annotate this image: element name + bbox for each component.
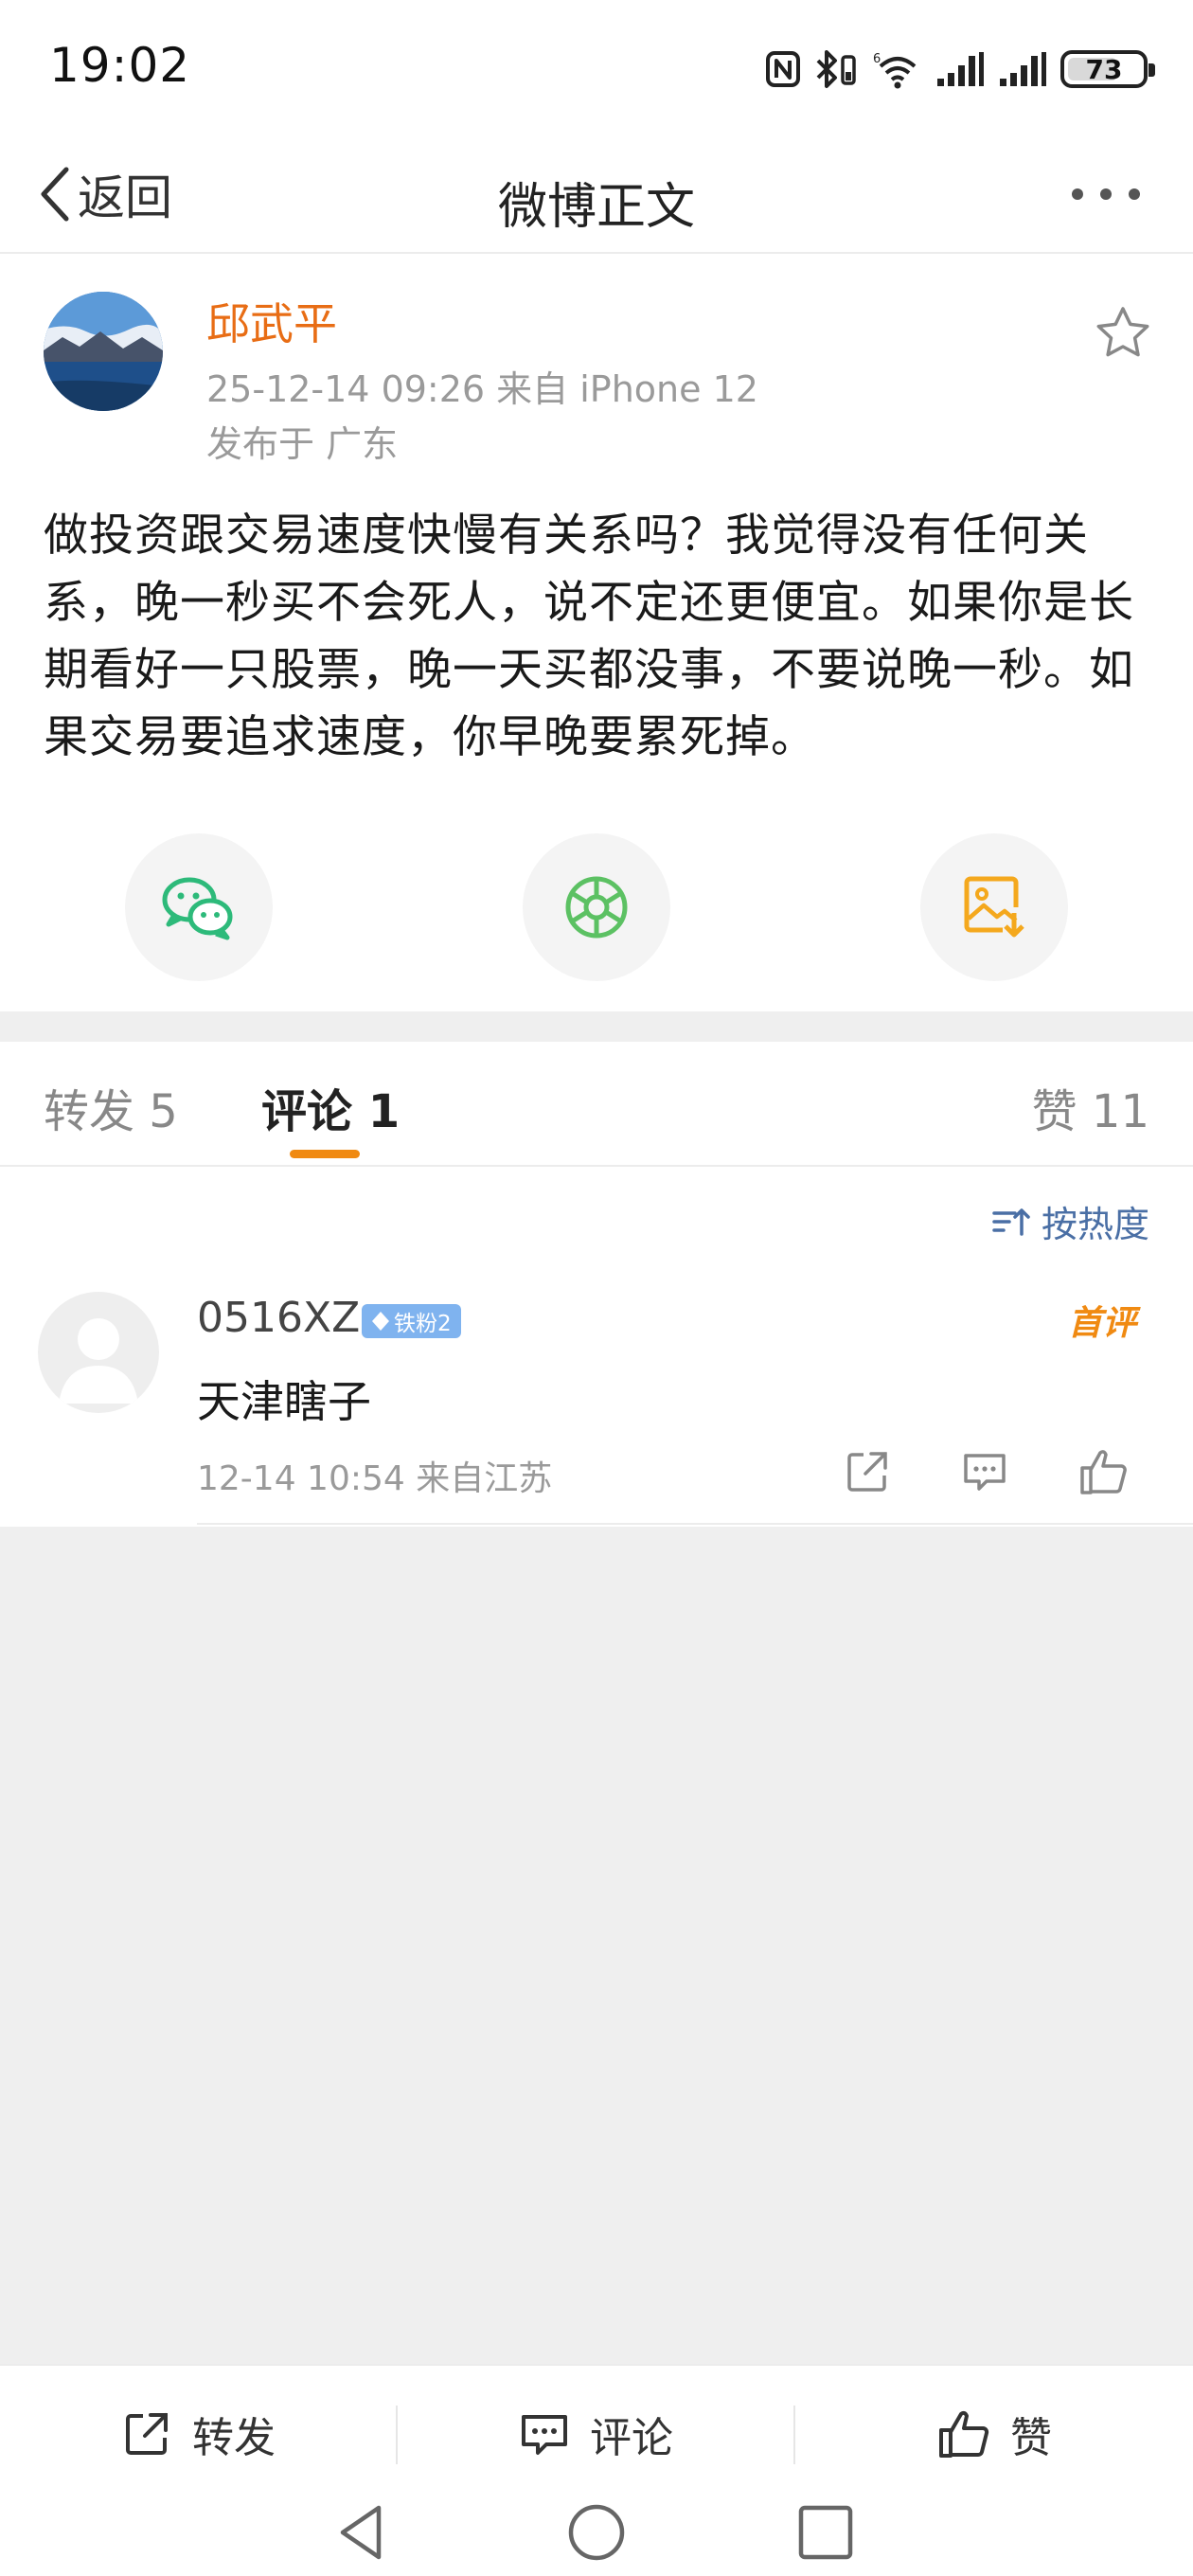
sort-button[interactable]: 按热度 — [992, 1195, 1149, 1247]
sort-icon — [992, 1206, 1030, 1238]
like-label: 赞 — [1010, 2414, 1052, 2462]
status-time: 19:02 — [49, 38, 191, 93]
wifi-icon: 6 — [873, 49, 922, 89]
comment-list: 按热度 0516XZ 铁粉2 首评 天津瞎子 12-14 10:54 来自江苏 — [0, 1167, 1193, 1527]
post-location: 发布于 广东 — [206, 423, 399, 465]
comment-button[interactable]: 评论 — [398, 2385, 793, 2483]
fan-level-label: 铁粉2 — [394, 1312, 452, 1336]
wechat-icon — [159, 873, 239, 941]
post-text: 做投资跟交易速度快慢有关系吗？我觉得没有任何关系，晚一秒买不会死人，说不定还更便… — [44, 510, 1134, 763]
bottom-action-bar: 转发 评论 赞 — [0, 2364, 1193, 2576]
post-meta: 25-12-14 09:26 来自 iPhone 12 — [206, 368, 758, 410]
system-recents-button[interactable] — [795, 2502, 856, 2563]
system-back-button[interactable] — [333, 2502, 390, 2563]
favorite-button[interactable] — [1093, 303, 1153, 364]
like-button[interactable]: 赞 — [795, 2385, 1193, 2483]
comment-divider — [197, 1523, 1193, 1525]
svg-text:6: 6 — [873, 52, 881, 66]
more-dot-icon — [1129, 188, 1140, 200]
author-avatar[interactable] — [44, 292, 163, 411]
author-name[interactable]: 邱武平 — [206, 290, 337, 352]
save-image-icon — [961, 873, 1027, 941]
tab-like[interactable]: 赞 11 — [1032, 1074, 1149, 1140]
bluetooth-icon — [814, 49, 860, 89]
page-title: 微博正文 — [497, 179, 695, 236]
comment-username[interactable]: 0516XZ — [197, 1294, 360, 1342]
post-card: 邱武平 25-12-14 09:26 来自 iPhone 12 发布于 广东 做… — [0, 254, 1193, 1011]
nfc-icon — [765, 50, 801, 88]
share-icon — [843, 1447, 892, 1496]
comment-share-button[interactable] — [843, 1447, 892, 1496]
tab-comment[interactable]: 评论 1 — [261, 1074, 400, 1140]
signal-2-icon — [998, 50, 1047, 88]
battery-level: 73 — [1085, 53, 1123, 85]
comment-icon — [960, 1447, 1009, 1496]
comment-like-button[interactable] — [1077, 1447, 1131, 1496]
avatar[interactable] — [38, 1292, 159, 1413]
status-bar: 19:02 6 73 — [0, 0, 1193, 142]
repost-icon — [120, 2407, 173, 2460]
repost-button[interactable]: 转发 — [0, 2385, 396, 2483]
more-dot-icon — [1100, 188, 1112, 200]
sort-label: 按热度 — [1041, 1204, 1149, 1245]
tab-repost[interactable]: 转发 5 — [44, 1074, 178, 1140]
repost-label: 转发 — [192, 2414, 276, 2462]
battery-indicator: 73 — [1060, 50, 1155, 88]
comment-meta: 12-14 10:54 来自江苏 — [197, 1459, 553, 1498]
share-wechat-button[interactable] — [125, 833, 273, 981]
nav-bar: 返回 微博正文 — [0, 142, 1193, 254]
more-options-button[interactable] — [1072, 180, 1140, 208]
thumbs-up-icon — [1077, 1447, 1131, 1496]
triangle-back-icon — [333, 2502, 390, 2563]
square-recents-icon — [795, 2502, 856, 2563]
tab-active-indicator — [290, 1150, 360, 1158]
comment-icon — [518, 2407, 571, 2460]
save-image-button[interactable] — [920, 833, 1068, 981]
interaction-tabs: 转发 5 评论 1 赞 11 — [0, 1042, 1193, 1167]
comment-label: 评论 — [590, 2414, 673, 2462]
system-home-button[interactable] — [566, 2502, 627, 2563]
diamond-icon — [371, 1311, 390, 1332]
comment-text: 天津瞎子 — [197, 1376, 371, 1427]
signal-1-icon — [935, 50, 985, 88]
status-icons: 6 73 — [765, 47, 1155, 91]
more-dot-icon — [1072, 188, 1083, 200]
thumbs-up-icon — [936, 2407, 991, 2460]
moments-icon — [562, 873, 631, 941]
fan-level-badge: 铁粉2 — [362, 1304, 461, 1338]
circle-home-icon — [566, 2502, 627, 2563]
first-comment-badge: 首评 — [1067, 1304, 1136, 1343]
share-moments-button[interactable] — [523, 833, 670, 981]
star-icon — [1093, 303, 1153, 364]
comment-reply-button[interactable] — [960, 1447, 1009, 1496]
